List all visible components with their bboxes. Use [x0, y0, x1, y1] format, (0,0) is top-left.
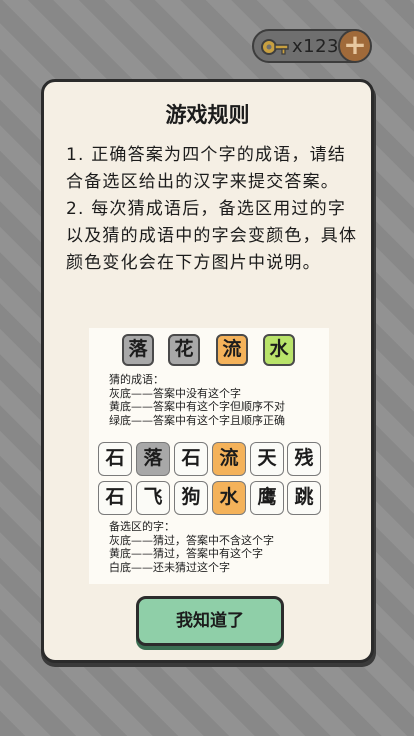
guess-tile: 花: [168, 334, 200, 366]
key-icon: [261, 39, 289, 55]
pool-legend-yellow: 黄底——猜过，答案中有这个字: [109, 547, 263, 560]
guess-legend: 猜的成语： 灰底——答案中没有这个字 黄底——答案中有这个字但顺序不对 绿底——…: [109, 373, 285, 427]
color-guide-image: 落 花 流 水 猜的成语： 灰底——答案中没有这个字 黄底——答案中有这个字但顺…: [89, 328, 329, 584]
guess-legend-yellow: 黄底——答案中有这个字但顺序不对: [109, 400, 285, 413]
pool-tile: 天: [250, 442, 284, 476]
pool-tile: 水: [212, 481, 246, 515]
add-keys-button[interactable]: +: [338, 29, 372, 63]
pool-legend-white: 白底——还未猜过这个字: [109, 560, 230, 574]
pool-tile: 鹰: [250, 481, 284, 515]
rule-2: 2. 每次猜成语后，备选区用过的字以及猜的成语中的字会变颜色，具体颜色变化会在下…: [66, 199, 358, 273]
confirm-button[interactable]: 我知道了: [136, 596, 284, 646]
pool-tile: 流: [212, 442, 246, 476]
rule-1: 1. 正确答案为四个字的成语，请结合备选区给出的汉字来提交答案。: [66, 145, 347, 192]
pool-legend-gray: 灰底——猜过，答案中不含这个字: [109, 533, 274, 547]
pool-tile: 石: [98, 481, 132, 515]
pool-tile: 飞: [136, 481, 170, 515]
pool-legend: 备选区的字： 灰底——猜过，答案中不含这个字 黄底——猜过，答案中有这个字 白底…: [109, 520, 274, 574]
guess-tile: 流: [216, 334, 248, 366]
key-count: x123: [292, 36, 340, 57]
guess-legend-gray: 灰底——答案中没有这个字: [109, 386, 241, 400]
pool-tile: 残: [287, 442, 321, 476]
pool-tile: 石: [174, 442, 208, 476]
guess-legend-heading: 猜的成语：: [109, 373, 164, 386]
rules-dialog: 游戏规则 1. 正确答案为四个字的成语，请结合备选区给出的汉字来提交答案。 2.…: [41, 79, 374, 663]
pool-tile: 跳: [287, 481, 321, 515]
pool-tile: 落: [136, 442, 170, 476]
guess-tile: 水: [263, 334, 295, 366]
guess-legend-green: 绿底——答案中有这个字且顺序正确: [109, 413, 285, 427]
dialog-title: 游戏规则: [165, 103, 250, 127]
pool-legend-heading: 备选区的字：: [109, 520, 175, 533]
pool-tile: 石: [98, 442, 132, 476]
pool-tile: 狗: [174, 481, 208, 515]
guess-tile: 落: [122, 334, 154, 366]
rules-text: 1. 正确答案为四个字的成语，请结合备选区给出的汉字来提交答案。 2. 每次猜成…: [66, 142, 358, 277]
